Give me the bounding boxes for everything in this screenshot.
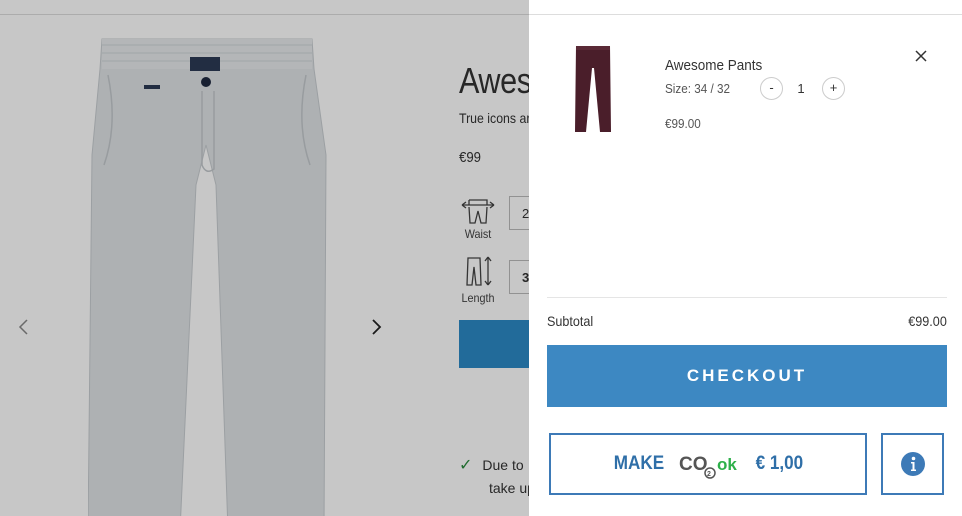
- remove-item-button[interactable]: [911, 46, 931, 66]
- checkout-button[interactable]: CHECKOUT: [547, 345, 947, 407]
- co2-info-button[interactable]: [881, 433, 944, 495]
- co2-make-label: MAKE: [613, 453, 664, 474]
- subtotal-divider: [547, 297, 947, 298]
- cart-item-image: [575, 46, 611, 132]
- close-icon: [915, 50, 927, 62]
- page: Aweso True icons ar €99 Waist 2 Length 3…: [0, 0, 962, 516]
- subtotal-value: €99.00: [908, 313, 947, 329]
- quantity-value: 1: [797, 81, 805, 96]
- quantity-increase-button[interactable]: +: [822, 77, 845, 100]
- info-icon: [900, 452, 925, 476]
- svg-text:CO: CO: [679, 454, 708, 475]
- cart-item-name[interactable]: Awesome Pants: [665, 57, 762, 74]
- drawer-overlay[interactable]: [0, 0, 529, 516]
- co2-amount: € 1,00: [755, 453, 803, 474]
- co2-compensate-button[interactable]: MAKE CO 2 ok € 1,00: [549, 433, 867, 495]
- quantity-decrease-button[interactable]: -: [760, 77, 783, 100]
- svg-text:ok: ok: [717, 455, 737, 474]
- cart-item-price: €99.00: [665, 116, 701, 131]
- cart-item-size: Size: 34 / 32: [665, 81, 731, 96]
- co2ok-logo: CO 2 ok: [679, 454, 737, 479]
- svg-text:2: 2: [707, 471, 711, 478]
- subtotal-label: Subtotal: [547, 313, 594, 329]
- cart-drawer: Awesome Pants Size: 34 / 32 - 1 + €99.00…: [529, 0, 962, 516]
- drawer-divider: [529, 14, 962, 15]
